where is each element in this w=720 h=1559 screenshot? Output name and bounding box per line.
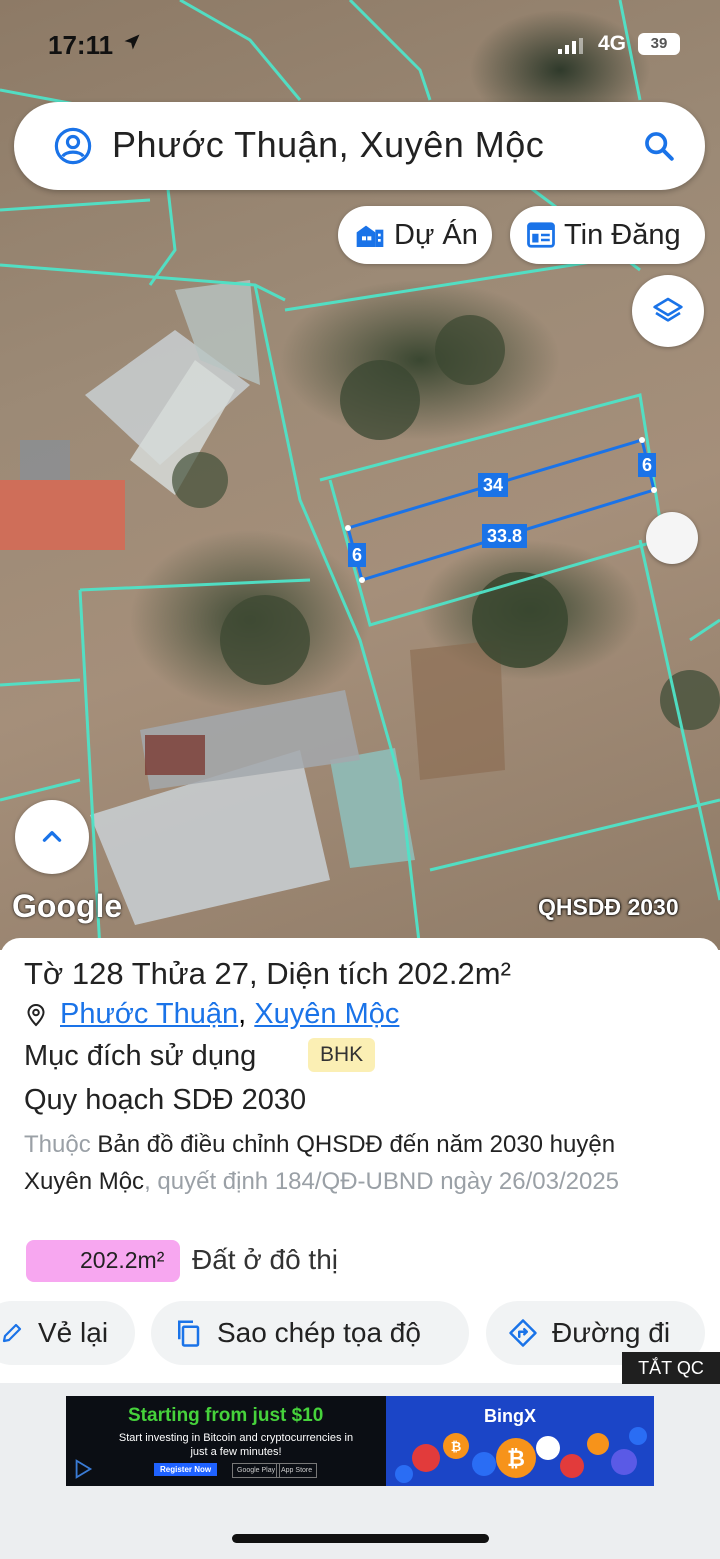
- copy-icon: [178, 1320, 200, 1347]
- ad-headline: Starting from just $10: [128, 1405, 324, 1426]
- battery-icon: 39: [638, 33, 680, 55]
- du-an-chip[interactable]: Dự Án: [338, 206, 492, 264]
- status-time: 17:11: [48, 30, 114, 60]
- copy-coordinates-label: Sao chép tọa độ: [217, 1317, 421, 1348]
- search-icon[interactable]: [642, 129, 676, 163]
- home-indicator: [232, 1534, 489, 1543]
- directions-icon: [509, 1319, 537, 1347]
- ward-link[interactable]: Phước Thuận: [60, 998, 238, 1030]
- ad-play-icon: [75, 1459, 93, 1479]
- svg-text:₿: ₿: [507, 1447, 525, 1472]
- ad-register-button[interactable]: Register Now: [154, 1463, 218, 1476]
- to-label: Tờ: [24, 956, 64, 991]
- area-label: Diện tích: [266, 956, 389, 991]
- thua-value: 27: [214, 956, 249, 991]
- measure-label-right: 6: [638, 453, 657, 477]
- zone-area-value: 202.2m²: [80, 1247, 165, 1273]
- overlay-label: QHSDĐ 2030: [538, 894, 679, 920]
- ad-brand: BingX: [484, 1406, 536, 1426]
- location-arrow-icon: [124, 34, 140, 50]
- opacity-slider-knob[interactable]: [646, 512, 698, 564]
- account-icon[interactable]: [54, 127, 92, 165]
- du-an-label: Dự Án: [394, 218, 478, 251]
- thua-label: Thửa: [131, 956, 206, 991]
- layers-button[interactable]: [632, 275, 704, 347]
- measure-label-bottom: 33.8: [482, 524, 528, 548]
- expand-panel-button[interactable]: [15, 800, 89, 874]
- location-pin-icon: [27, 1003, 45, 1027]
- copy-coordinates-button[interactable]: Sao chép tọa độ: [151, 1301, 469, 1365]
- google-play-badge[interactable]: Google Play: [232, 1463, 281, 1478]
- area-value: 202.2m²: [397, 956, 511, 991]
- thuoc-text: Thuộc: [24, 1131, 91, 1158]
- ad-banner[interactable]: ₿ ₿ Starting from just $10 Start investi…: [66, 1396, 654, 1486]
- tin-dang-chip[interactable]: Tin Đăng: [510, 206, 705, 264]
- district-link[interactable]: Xuyên Mộc: [254, 998, 399, 1030]
- building-icon: [356, 225, 384, 247]
- svg-text:₿: ₿: [451, 1440, 462, 1455]
- tin-dang-label: Tin Đăng: [564, 218, 681, 251]
- network-type: 4G: [598, 32, 627, 55]
- directions-label: Đường đi: [552, 1317, 671, 1348]
- location-separator: ,: [238, 998, 247, 1030]
- ad-body: Start investing in Bitcoin and cryptocur…: [118, 1432, 354, 1458]
- google-attribution: Google: [12, 888, 123, 924]
- measure-label-left: 6: [348, 543, 367, 567]
- parcel-title: Tờ 128 Thửa 27, Diện tích 202.2m²: [24, 956, 511, 991]
- land-use-label: Mục đích sử dụng: [24, 1040, 257, 1072]
- search-bar[interactable]: Phước Thuận, Xuyên Mộc: [14, 102, 705, 190]
- land-use-badge: BHK: [308, 1038, 376, 1072]
- measure-label-top: 34: [478, 473, 509, 497]
- redraw-label: Vẻ lại: [38, 1317, 109, 1348]
- app-store-badge[interactable]: App Store: [276, 1463, 318, 1478]
- planning-title: Quy hoạch SDĐ 2030: [24, 1084, 307, 1116]
- to-value: 128: [71, 956, 124, 991]
- planning-description: Thuộc Bản đồ điều chỉnh QHSDĐ đến năm 20…: [24, 1126, 674, 1200]
- hide-ads-button[interactable]: TẮT QC: [622, 1352, 720, 1384]
- search-query[interactable]: Phước Thuận, Xuyên Mộc: [112, 124, 544, 166]
- status-bar: 17:11 4G 39: [0, 0, 720, 90]
- zone-type-label: Đất ở đô thị: [192, 1244, 338, 1275]
- pencil-icon: [2, 1323, 22, 1343]
- decision-text: , quyết định 184/QĐ-UBND ngày 26/03/2025: [144, 1168, 620, 1195]
- signal-icon: [558, 38, 583, 54]
- redraw-button[interactable]: Vẻ lại: [0, 1301, 135, 1365]
- layers-icon: [653, 297, 683, 322]
- chevron-up-icon: [42, 831, 62, 842]
- listing-icon: [527, 222, 555, 248]
